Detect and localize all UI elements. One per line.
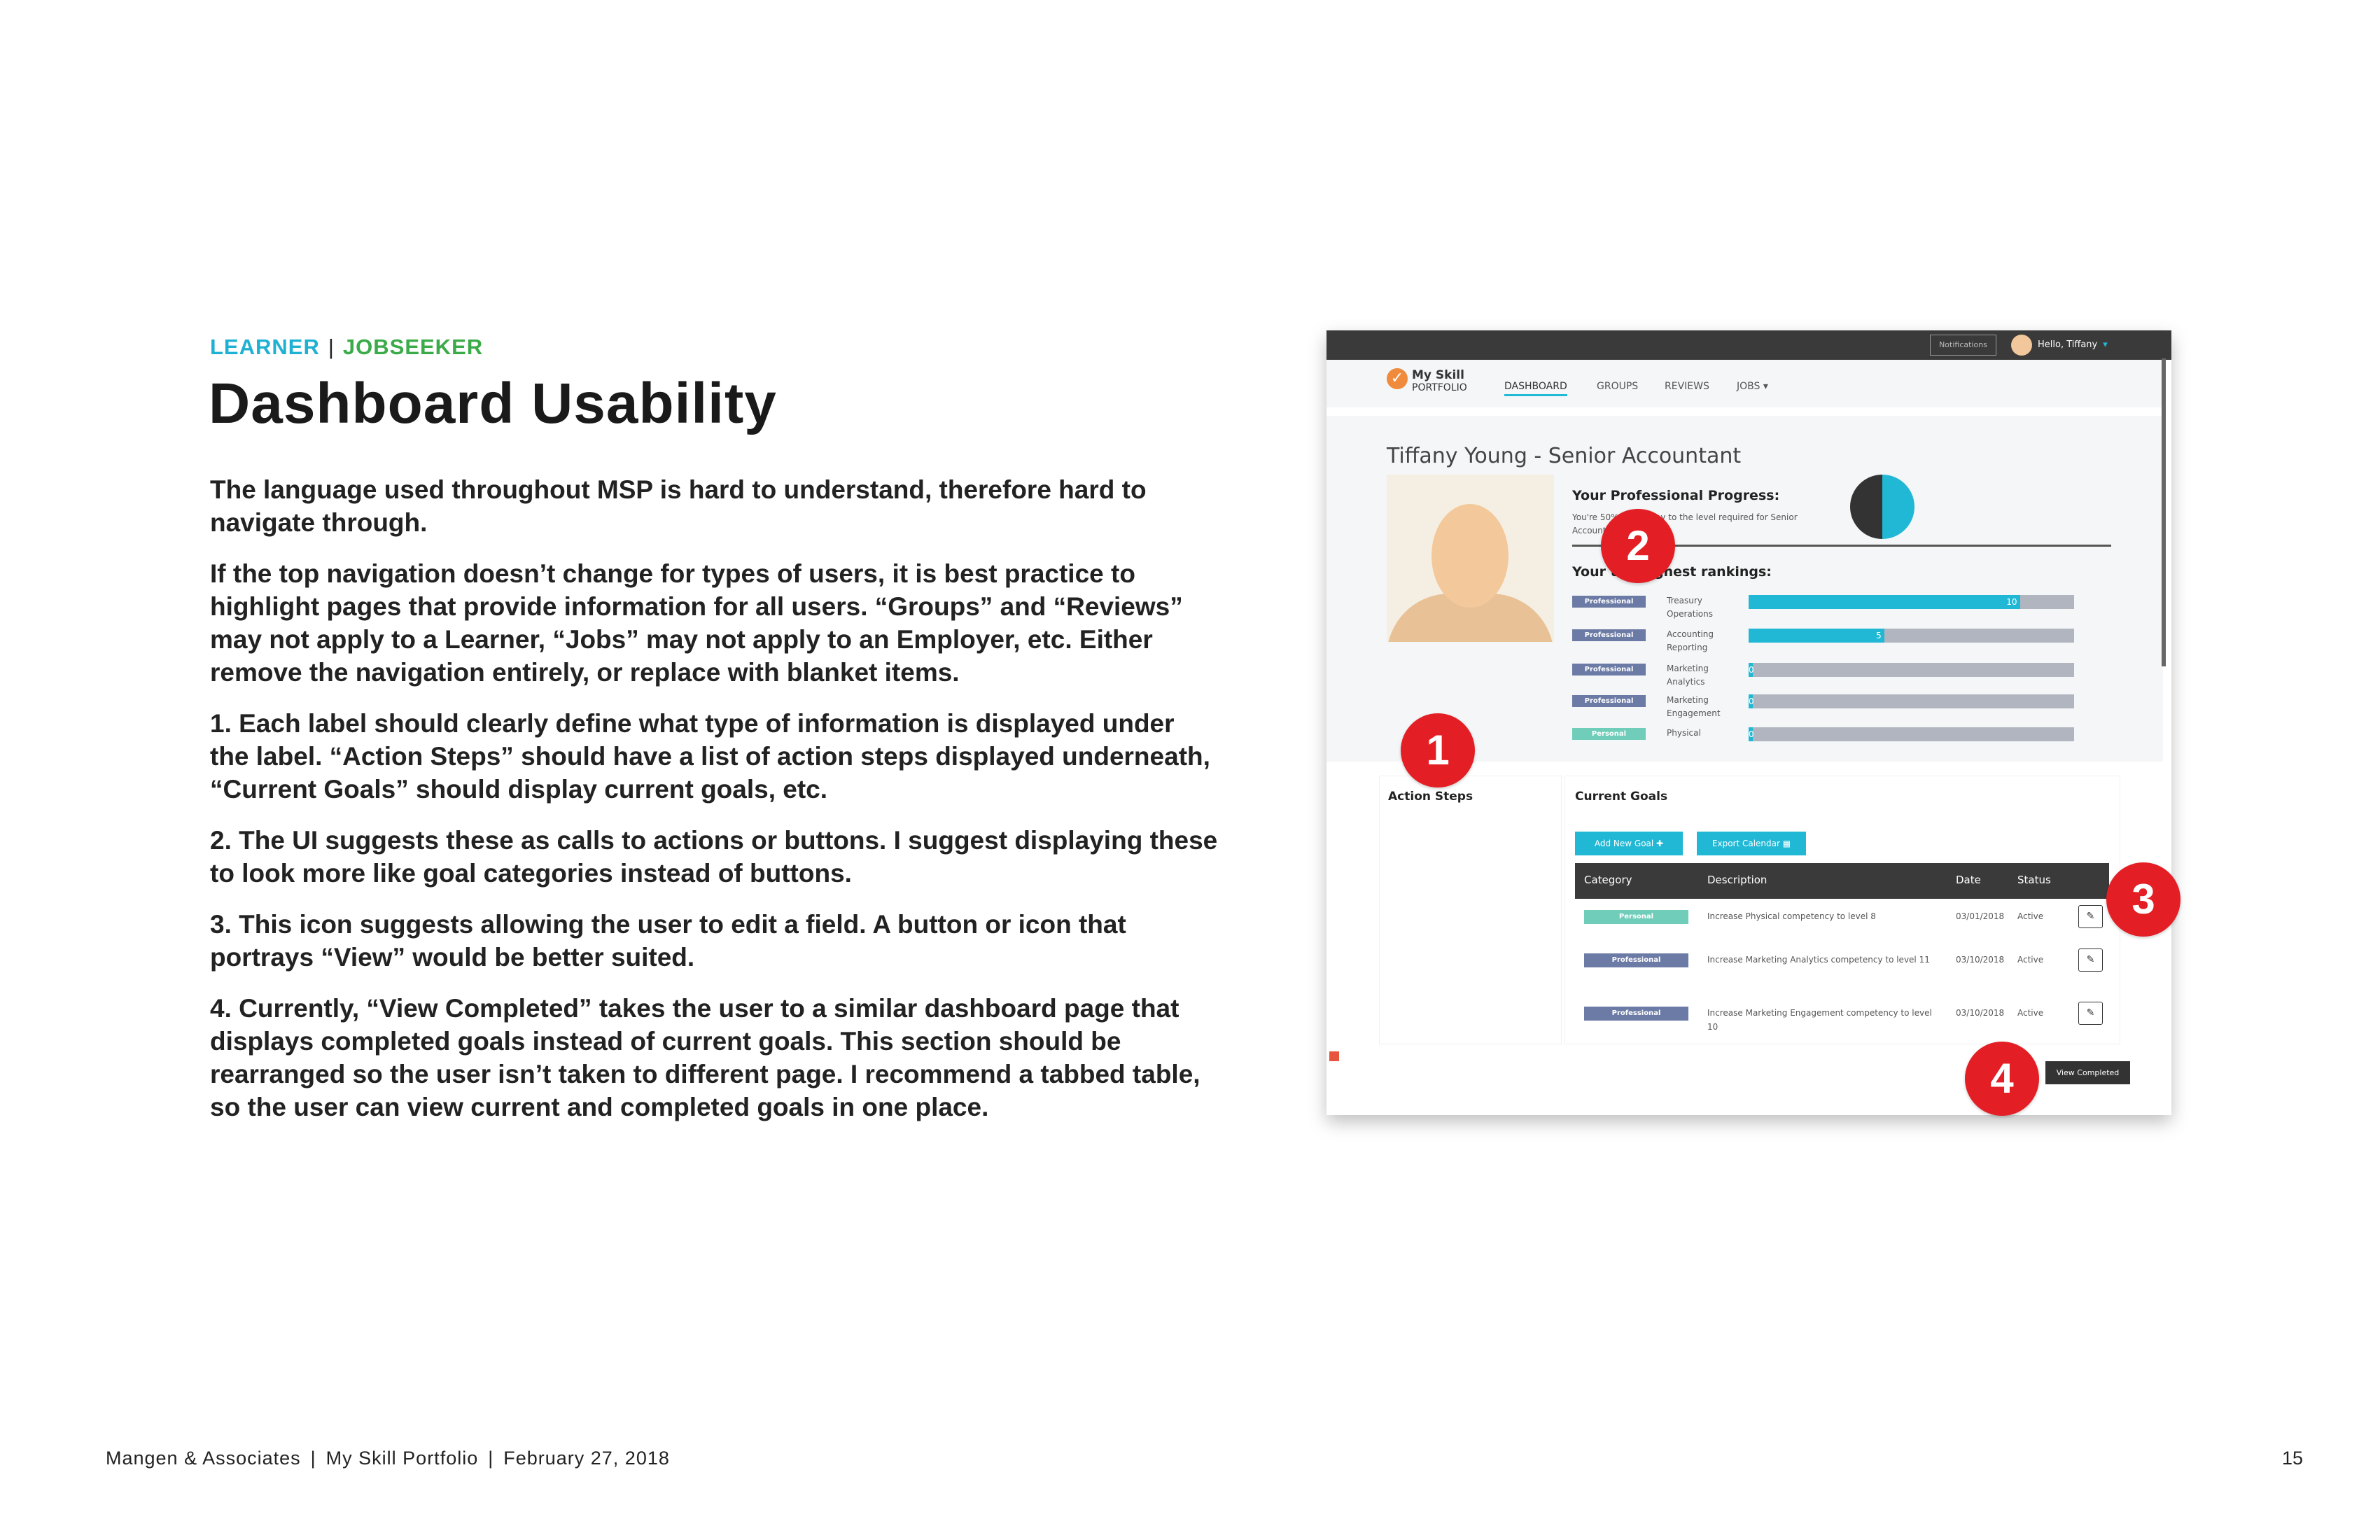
logo[interactable]: ✓ My Skill PORTFOLIO [1387,368,1467,393]
edit-icon[interactable]: ✎ [2078,1002,2103,1025]
silhouette-head [1432,504,1508,608]
goal-description: Increase Physical competency to level 8 [1707,911,1876,921]
progress-heading: Your Professional Progress: [1572,488,1780,503]
current-goals-label: Current Goals [1575,790,1668,804]
goal-category-badge: Professional [1584,953,1688,967]
slide-title: Dashboard Usability [209,372,777,435]
goal-status: Active [2017,1008,2044,1018]
edit-icon[interactable]: ✎ [2078,948,2103,972]
paragraph: 1. Each label should clearly define what… [210,709,1210,804]
ranking-bar-fill: 10 [1749,595,2020,609]
user-menu[interactable]: Hello, Tiffany ▾ [2011,334,2108,356]
footer-separator: | [488,1448,494,1469]
audience-tags: LEARNER | JOBSEEKER [210,335,483,360]
ranking-skill: Physical [1667,728,1701,738]
footer-separator: | [310,1448,316,1469]
col-description: Description [1707,874,1768,886]
col-category: Category [1584,874,1632,886]
ranking-bar-fill: 5 [1749,629,1884,643]
slide-body: The language used throughout MSP is hard… [210,473,1218,1142]
goal-date: 03/10/2018 [1956,1008,2005,1018]
annotation-marker-4: 4 [1965,1042,2039,1116]
ranking-bar: 0 [1749,694,2074,708]
ranking-skill: Accounting Reporting [1667,629,1714,652]
goal-status: Active [2017,911,2044,921]
tag-separator: | [328,335,335,359]
goal-category-badge: Professional [1584,1007,1688,1021]
annotation-marker-3: 3 [2106,862,2180,937]
rankings-heading: Your top highest rankings: [1572,564,1772,580]
user-avatar [2011,335,2032,356]
col-status: Status [2017,874,2051,886]
footer-company: Mangen & Associates [106,1448,301,1469]
paragraph: 3. This icon suggests allowing the user … [210,910,1126,972]
col-date: Date [1956,874,1981,886]
profile-title: Tiffany Young - Senior Accountant [1387,444,1742,468]
ranking-bar: 5 [1749,629,2074,643]
ranking-category-badge: Professional [1572,695,1646,707]
ranking-bar: 0 [1749,663,2074,677]
greeting: Hello, Tiffany [2038,340,2098,350]
goal-date: 03/01/2018 [1956,911,2005,921]
ranking-bar: 10 [1749,595,2074,609]
footer-project: My Skill Portfolio [326,1448,479,1469]
annotation-marker-1: 1 [1401,713,1475,788]
ranking-bar-fill: 0 [1749,663,1754,677]
paragraph: 2. The UI suggests these as calls to act… [210,826,1218,888]
ranking-category-badge: Professional [1572,664,1646,676]
export-calendar-button[interactable]: Export Calendar ▦ [1697,832,1806,855]
logo-line1: My Skill [1412,368,1464,382]
ranking-category-badge: Personal [1572,728,1646,740]
footer-date: February 27, 2018 [503,1448,670,1469]
goal-description: Increase Marketing Analytics competency … [1707,955,1930,965]
add-new-goal-button[interactable]: Add New Goal ✚ [1575,832,1683,855]
logo-line2: PORTFOLIO [1412,382,1467,393]
paragraph: The language used throughout MSP is hard… [210,475,1147,537]
edit-icon[interactable]: ✎ [2078,905,2103,928]
notifications-button[interactable]: Notifications [1930,335,1996,356]
goal-description: Increase Marketing Engagement competency… [1707,1008,1932,1032]
tag-jobseeker: JOBSEEKER [342,335,484,359]
action-steps-panel [1379,776,1562,1044]
ranking-skill: Marketing Analytics [1667,664,1709,687]
ranking-bar-fill: 0 [1749,694,1754,708]
view-completed-button[interactable]: View Completed [2045,1061,2130,1084]
tag-learner: LEARNER [210,335,320,359]
goal-category-badge: Personal [1584,910,1688,924]
ranking-skill: Treasury Operations [1667,596,1713,619]
nav-groups[interactable]: GROUPS [1597,381,1638,392]
action-steps-label: Action Steps [1388,790,1474,804]
profile-photo [1387,475,1554,642]
ranking-bar: 0 [1749,727,2074,741]
nav-jobs[interactable]: JOBS ▾ [1737,381,1768,392]
annotation-marker-2: 2 [1601,509,1675,583]
nav-reviews[interactable]: REVIEWS [1665,381,1709,392]
goal-status: Active [2017,955,2044,965]
app-icon [1329,1051,1339,1061]
page-number: 15 [2282,1448,2304,1469]
ranking-category-badge: Professional [1572,596,1646,608]
ranking-category-badge: Professional [1572,629,1646,641]
paragraph: 4. Currently, “View Completed” takes the… [210,994,1200,1121]
paragraph: If the top navigation doesn’t change for… [210,559,1183,687]
footer: Mangen & Associates | My Skill Portfolio | F… [106,1448,670,1469]
checkmark-icon: ✓ [1387,368,1408,389]
ranking-skill: Marketing Engagement [1667,695,1721,718]
scrollbar[interactable] [2162,358,2166,666]
progress-pie [1850,475,1914,539]
goals-table-header: Category Description Date Status [1575,863,2109,899]
ranking-bar-fill: 0 [1749,727,1754,741]
goal-date: 03/10/2018 [1956,955,2005,965]
nav-dashboard[interactable]: DASHBOARD [1504,381,1567,396]
caret-down-icon: ▾ [2103,340,2108,350]
